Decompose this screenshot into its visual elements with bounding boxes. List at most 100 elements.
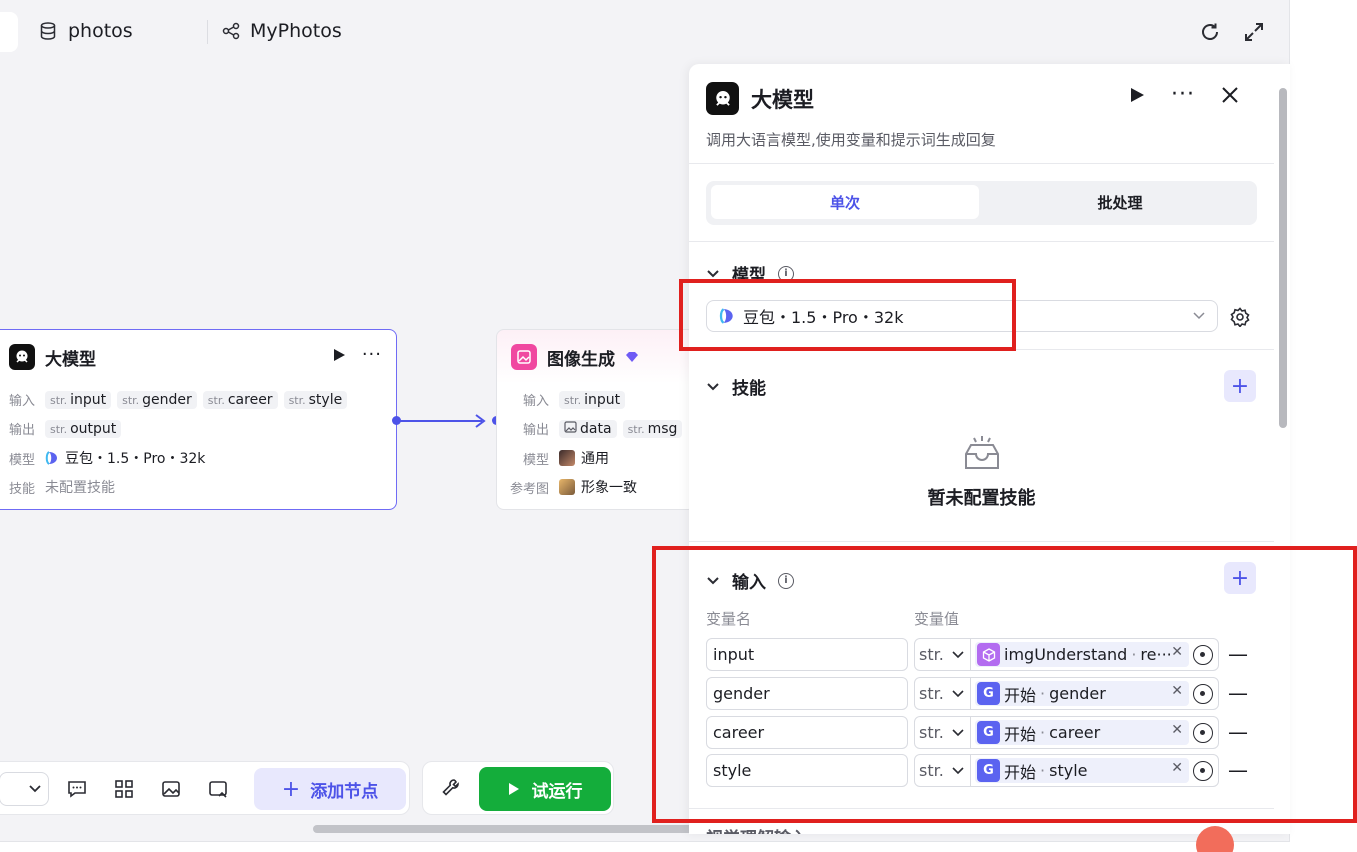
next-section-title: 视觉理解输入 <box>706 824 808 834</box>
image-node-model: 模型 通用 <box>523 448 609 468</box>
image-gen-node[interactable]: 图像生成 输入 str. input 输出 data str. msg 模型 通用 … <box>496 329 696 510</box>
close-icon[interactable] <box>1221 86 1239 104</box>
test-run-label: 试运行 <box>531 781 583 802</box>
model-label: 模型 <box>9 452 36 468</box>
add-node-label: 添加节点 <box>310 781 379 802</box>
wrench-icon[interactable] <box>441 778 461 798</box>
highlight-box-model <box>679 279 1016 351</box>
llm-node-outputs: 输出 str. output <box>9 419 122 438</box>
diamond-icon <box>626 352 638 362</box>
empty-skill-text: 暂未配置技能 <box>927 488 1036 509</box>
image-gen-icon <box>511 344 537 370</box>
input-tag: str. gender <box>117 390 197 409</box>
output-label: 输出 <box>9 423 36 438</box>
input-label: 输入 <box>523 394 550 409</box>
model-avatar-icon <box>559 450 576 466</box>
chevron-down-icon <box>29 785 41 793</box>
image-model-value: 通用 <box>581 451 610 467</box>
note-icon[interactable] <box>207 778 229 800</box>
output-tag: data <box>559 419 617 438</box>
play-icon <box>508 783 519 795</box>
bottom-toolbar: + 添加节点 <box>0 761 410 815</box>
image-node-ref: 参考图 形象一致 <box>510 477 637 497</box>
run-toolbar: 试运行 <box>422 761 614 815</box>
test-run-button[interactable]: 试运行 <box>479 767 611 811</box>
plus-icon: + <box>281 776 301 802</box>
next-section-header[interactable]: 视觉理解输入 <box>706 824 808 834</box>
model-label: 模型 <box>523 452 550 468</box>
play-icon[interactable] <box>332 348 346 362</box>
database-tab[interactable]: photos <box>40 20 133 42</box>
horizontal-scrollbar[interactable] <box>313 825 693 833</box>
llm-logo-icon <box>9 344 35 370</box>
play-icon[interactable] <box>1129 87 1145 103</box>
llm-node[interactable]: 大模型 ··· 输入 str. input str. gender str. care… <box>0 329 397 510</box>
tab-single[interactable]: 单次 <box>711 185 979 219</box>
llm-node-model: 模型 豆包・1.5・Pro・32k <box>9 448 205 468</box>
image-type-icon <box>564 420 577 433</box>
input-tag: str. career <box>202 390 278 409</box>
panel-scrollbar[interactable] <box>1279 88 1287 428</box>
expand-icon[interactable] <box>1242 20 1266 44</box>
input-tag: str. input <box>45 390 112 409</box>
mode-tabs: 单次 批处理 <box>706 181 1257 225</box>
workflow-icon <box>222 22 240 40</box>
add-skill-button[interactable]: + <box>1224 370 1256 402</box>
image-node-title: 图像生成 <box>547 349 615 370</box>
empty-box-icon <box>964 436 999 469</box>
input-label: 输入 <box>9 394 36 409</box>
database-icon <box>40 22 56 40</box>
chevron-down-icon <box>707 269 719 277</box>
image-node-header: 图像生成 <box>511 344 639 370</box>
output-label: 输出 <box>523 423 550 438</box>
add-node-button[interactable]: + 添加节点 <box>254 768 406 810</box>
comment-icon[interactable] <box>66 778 88 800</box>
output-tag: str. msg <box>622 419 683 438</box>
doubao-icon <box>45 451 58 465</box>
llm-logo-icon <box>706 82 739 115</box>
skill-section-title: 技能 <box>732 379 766 399</box>
divider <box>689 163 1274 164</box>
topbar-left-stub <box>0 12 18 52</box>
workflow-tab[interactable]: MyPhotos <box>222 20 342 42</box>
skill-section-header[interactable]: 技能 <box>706 374 766 399</box>
llm-node-inputs: 输入 str. input str. gender str. career str. s… <box>9 390 348 409</box>
ref-value: 形象一致 <box>581 480 638 496</box>
workflow-label: MyPhotos <box>250 20 342 42</box>
skill-value: 未配置技能 <box>45 480 116 496</box>
highlight-box-inputs <box>652 546 1357 823</box>
topbar-divider <box>207 20 208 44</box>
more-icon[interactable]: ··· <box>362 346 382 364</box>
zoom-select[interactable] <box>0 772 49 806</box>
node-edge <box>400 414 486 428</box>
chevron-down-icon <box>1193 312 1205 320</box>
model-value: 豆包・1.5・Pro・32k <box>65 451 206 467</box>
empty-skill-state: 暂未配置技能 <box>689 434 1274 510</box>
panel-actions: ··· <box>1129 84 1239 106</box>
input-tag: str. input <box>559 390 626 409</box>
image-node-outputs: 输出 data str. msg <box>523 419 683 438</box>
llm-node-skill: 技能 未配置技能 <box>9 477 115 497</box>
llm-node-header: 大模型 <box>9 344 96 370</box>
image-export-icon[interactable] <box>160 778 182 800</box>
more-icon[interactable]: ··· <box>1171 84 1195 106</box>
layout-icon[interactable] <box>113 778 135 800</box>
input-tag: str. style <box>283 390 348 409</box>
panel-title: 大模型 <box>751 87 814 112</box>
output-tag: str. output <box>45 419 122 438</box>
refresh-icon[interactable] <box>1198 20 1222 44</box>
skill-label: 技能 <box>9 481 36 497</box>
image-node-inputs: 输入 str. input <box>523 390 626 409</box>
ref-label: 参考图 <box>510 481 550 497</box>
settings-icon[interactable] <box>1230 307 1250 327</box>
database-label: photos <box>68 20 133 42</box>
tab-batch[interactable]: 批处理 <box>986 185 1254 219</box>
panel-header: 大模型 <box>706 82 814 115</box>
canvas-topbar: photos MyPhotos <box>0 0 1290 64</box>
divider <box>689 241 1274 242</box>
chevron-down-icon <box>707 382 719 390</box>
ref-avatar-icon <box>559 479 576 495</box>
divider <box>689 541 1274 542</box>
panel-description: 调用大语言模型,使用变量和提示词生成回复 <box>706 131 996 149</box>
llm-node-actions: ··· <box>332 346 382 364</box>
